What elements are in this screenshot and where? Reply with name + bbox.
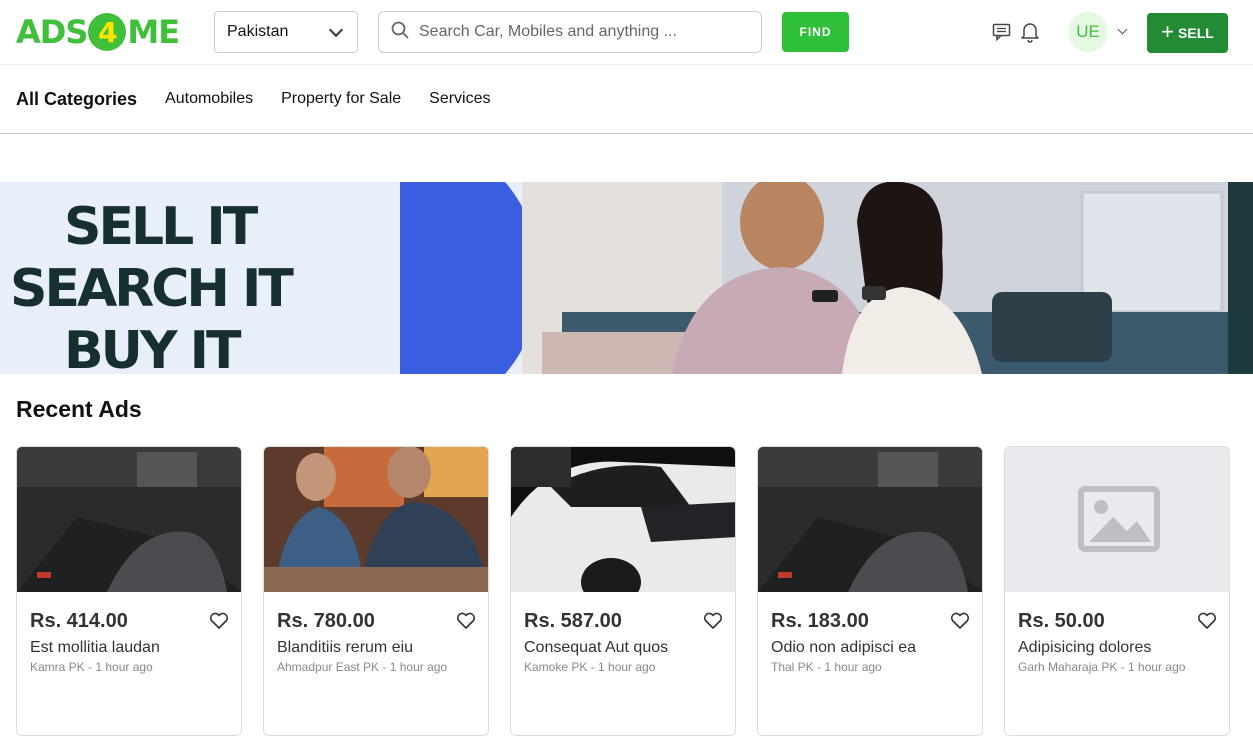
recent-ads-title: Recent Ads (16, 396, 142, 422)
chevron-down-icon (328, 22, 344, 37)
heart-icon[interactable] (209, 612, 229, 630)
ad-image-placeholder (1005, 447, 1229, 592)
bell-icon[interactable] (1018, 20, 1042, 44)
plus-icon: + (1161, 19, 1175, 44)
ad-image (758, 447, 982, 592)
search-box[interactable] (378, 11, 762, 53)
banner-slogan: SELL IT SEARCH IT BUY IT (10, 196, 294, 374)
ad-meta: Kamra PK - 1 hour ago (30, 660, 153, 674)
sell-button[interactable]: + SELL (1147, 13, 1228, 53)
heart-icon[interactable] (1197, 612, 1217, 630)
heart-icon[interactable] (950, 612, 970, 630)
category-property-for-sale[interactable]: Property for Sale (281, 90, 401, 108)
ad-title: Est mollitia laudan (30, 639, 160, 656)
ad-price: Rs. 183.00 (771, 610, 869, 632)
banner-line-buy: BUY IT (64, 321, 241, 374)
sell-button-label: SELL (1178, 25, 1214, 41)
ad-image (17, 447, 241, 592)
logo-text-ads: ADS (16, 13, 88, 51)
country-select-value: Pakistan (227, 23, 289, 40)
ad-meta: Garh Maharaja PK - 1 hour ago (1018, 660, 1186, 674)
find-button[interactable]: FIND (782, 12, 849, 52)
category-automobiles[interactable]: Automobiles (165, 90, 253, 108)
ad-title: Blanditiis rerum eiu (277, 639, 414, 656)
ad-meta: Kamoke PK - 1 hour ago (524, 660, 656, 674)
chevron-down-icon[interactable] (1117, 24, 1128, 35)
recent-ads-list: Rs. 414.00 Est mollitia laudan Kamra PK … (16, 446, 1230, 736)
ad-title: Consequat Aut quos (524, 639, 669, 656)
ad-price: Rs. 414.00 (30, 610, 128, 632)
ad-meta: Ahmadpur East PK - 1 hour ago (277, 660, 448, 674)
category-all[interactable]: All Categories (16, 89, 137, 110)
hero-banner[interactable]: SELL IT SEARCH IT BUY IT (0, 182, 1253, 374)
ad-card[interactable]: Rs. 587.00 Consequat Aut quos Kamoke PK … (510, 446, 736, 736)
search-input[interactable] (419, 23, 749, 41)
ad-title: Adipisicing dolores (1018, 639, 1152, 656)
ad-card[interactable]: Rs. 50.00 Adipisicing dolores Garh Mahar… (1004, 446, 1230, 736)
top-header: ADS4ME Pakistan FIND UE + SELL (0, 0, 1253, 65)
user-avatar[interactable]: UE (1068, 12, 1108, 52)
category-nav: All Categories Automobiles Property for … (0, 65, 1253, 134)
image-placeholder-icon (1078, 486, 1160, 552)
ad-price: Rs. 50.00 (1018, 610, 1105, 632)
heart-icon[interactable] (456, 612, 476, 630)
banner-line-search: SEARCH IT (10, 259, 294, 319)
ad-card[interactable]: Rs. 780.00 Blanditiis rerum eiu Ahmadpur… (263, 446, 489, 736)
logo-text-4: 4 (88, 13, 127, 51)
site-logo[interactable]: ADS 4 ME (16, 13, 180, 51)
ad-card[interactable]: Rs. 183.00 Odio non adipisci ea Thal PK … (757, 446, 983, 736)
ad-meta: Thal PK - 1 hour ago (771, 660, 882, 674)
ad-card[interactable]: Rs. 414.00 Est mollitia laudan Kamra PK … (16, 446, 242, 736)
banner-line-sell: SELL IT (64, 197, 258, 257)
ad-title: Odio non adipisci ea (771, 639, 916, 656)
ad-price: Rs. 780.00 (277, 610, 375, 632)
heart-icon[interactable] (703, 612, 723, 630)
ad-image (511, 447, 735, 592)
ad-price: Rs. 587.00 (524, 610, 622, 632)
ad-image (264, 447, 488, 592)
message-icon[interactable] (990, 20, 1014, 44)
search-icon (391, 21, 409, 44)
banner-edge (1228, 182, 1253, 374)
logo-text-me: ME (127, 13, 180, 51)
country-select[interactable]: Pakistan (214, 11, 358, 53)
banner-photo (522, 182, 1228, 374)
category-services[interactable]: Services (429, 90, 490, 108)
